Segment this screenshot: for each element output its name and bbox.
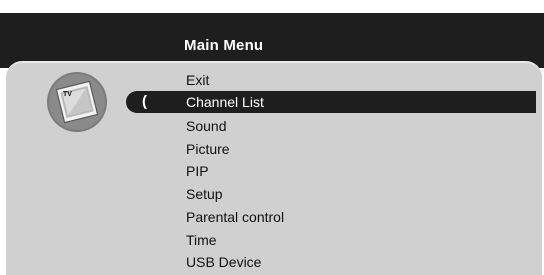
menu-item-picture[interactable]: Picture — [176, 138, 536, 160]
tv-icon-label: TV — [63, 91, 72, 98]
menu-title: Main Menu — [184, 37, 264, 54]
menu-item-time[interactable]: Time — [176, 229, 536, 251]
menu-header — [0, 13, 544, 68]
menu-item-label: Sound — [186, 118, 227, 134]
menu-item-label: Setup — [186, 186, 223, 202]
menu-item-label: PIP — [186, 163, 209, 179]
selection-cursor — [126, 91, 176, 113]
menu-item-label: Parental control — [186, 209, 285, 225]
menu-item-label: Time — [186, 232, 217, 248]
menu-item-channel-list[interactable]: Channel List — [176, 91, 536, 113]
menu-item-pip[interactable]: PIP — [176, 160, 536, 182]
menu-item-setup[interactable]: Setup — [176, 183, 536, 205]
menu-item-label: Exit — [186, 72, 210, 88]
menu-item-label: USB Device — [186, 254, 262, 270]
menu-item-exit[interactable]: Exit — [176, 69, 536, 91]
menu-item-parental-control[interactable]: Parental control — [176, 206, 536, 228]
menu-item-label: Channel List — [186, 94, 264, 110]
tv-icon: TV — [46, 71, 108, 133]
menu-item-usb-device[interactable]: USB Device — [176, 251, 536, 273]
selection-cursor-glyph: ( — [142, 93, 147, 110]
menu-item-sound[interactable]: Sound — [176, 115, 536, 137]
menu-item-label: Picture — [186, 141, 230, 157]
